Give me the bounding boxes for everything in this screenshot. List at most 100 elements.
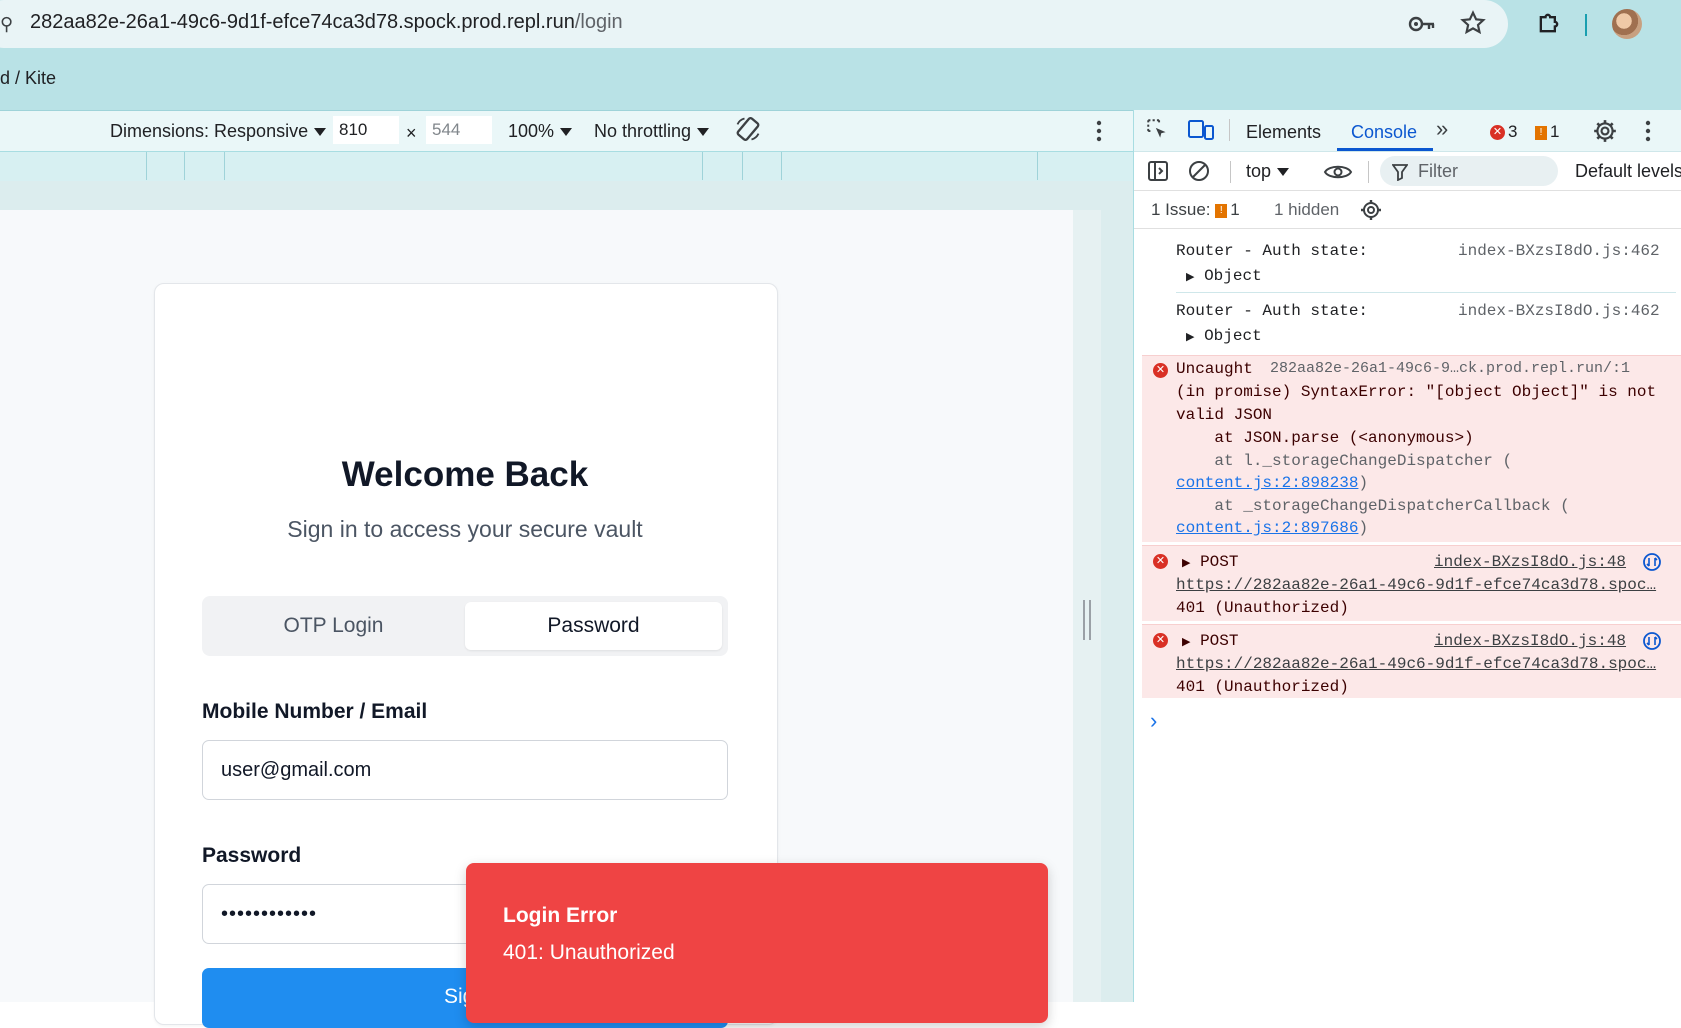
live-expression-eye-icon[interactable] (1323, 161, 1353, 188)
log-source-link[interactable]: index-BXzsI8dO.js:462 (1458, 242, 1660, 260)
log-message: Router - Auth state: (1176, 242, 1369, 260)
dimension-separator: × (406, 123, 417, 143)
warning-flag-icon: ! (1535, 125, 1547, 140)
error-message: (in promise) SyntaxError: "[object Objec… (1176, 383, 1657, 401)
site-info-icon[interactable]: ⚲ (0, 14, 13, 35)
media-query-ruler[interactable] (0, 151, 1133, 182)
issues-label: 1 Issue: (1151, 200, 1211, 219)
ruler-tick (1037, 152, 1038, 180)
rotate-icon[interactable] (734, 115, 762, 148)
profile-avatar[interactable] (1612, 9, 1642, 39)
error-source-link[interactable]: 282aa82e-26a1-49c6-9…ck.prod.repl.run/:1 (1270, 360, 1630, 377)
request-source-link[interactable]: index-BXzsI8dO.js:48 (1434, 553, 1626, 571)
tab-otp-login[interactable]: OTP Login (202, 596, 465, 656)
warning-count: 1 (1550, 122, 1560, 141)
chevron-down-icon (314, 128, 327, 137)
zoom-label: 100% (508, 121, 555, 141)
more-tabs-icon[interactable]: » (1436, 116, 1448, 142)
ruler-tick (146, 152, 147, 180)
log-object-label: Object (1204, 327, 1262, 345)
issues-link[interactable]: 1 Issue: ! 1 (1151, 200, 1240, 220)
toolbar-divider (1230, 161, 1231, 183)
extensions-icon[interactable] (1535, 9, 1563, 42)
throttling-label: No throttling (594, 121, 692, 141)
expand-triangle-icon: ▶ (1186, 272, 1195, 284)
device-toggle-icon[interactable] (1187, 117, 1215, 148)
expand-triangle-icon: ▶ (1186, 332, 1195, 344)
error-count: 3 (1508, 122, 1518, 141)
log-object-toggle[interactable]: ▶ Object (1186, 327, 1262, 345)
stack-frame: at _storageChangeDispatcherCallback ( (1176, 497, 1570, 515)
tab-console[interactable]: Console (1351, 122, 1417, 143)
width-input[interactable] (333, 116, 399, 144)
more-options-icon[interactable] (1092, 118, 1106, 149)
request-url-link[interactable]: https://282aa82e-26a1-49c6-9d1f-efce74ca… (1176, 576, 1656, 594)
request-status: 401 (Unauthorized) (1176, 599, 1349, 617)
resize-handle[interactable] (1083, 600, 1091, 640)
log-source-link[interactable]: index-BXzsI8dO.js:462 (1458, 302, 1660, 320)
context-label: top (1246, 161, 1272, 181)
context-dropdown[interactable]: top (1246, 161, 1290, 182)
stack-frame-line: content.js:2:897686) (1176, 519, 1368, 537)
sidebar-toggle-icon[interactable] (1146, 159, 1170, 188)
request-toggle[interactable]: ▶ POST (1182, 553, 1238, 571)
request-method: POST (1200, 632, 1239, 650)
star-icon[interactable] (1460, 10, 1486, 41)
error-icon: ✕ (1153, 362, 1171, 380)
mobile-email-input[interactable]: user@gmail.com (202, 740, 728, 800)
warning-count-badge[interactable]: ! 1 (1535, 122, 1559, 142)
log-message: Router - Auth state: (1176, 302, 1369, 320)
stack-frame: at JSON.parse (<anonymous>) (1176, 429, 1474, 447)
error-title: Uncaught (1176, 360, 1253, 378)
request-toggle[interactable]: ▶ POST (1182, 632, 1238, 650)
clear-console-icon[interactable] (1187, 159, 1211, 188)
log-object-label: Object (1204, 267, 1262, 285)
height-input[interactable] (426, 116, 492, 144)
hidden-count: 1 hidden (1274, 200, 1340, 219)
filter-placeholder: Filter (1418, 161, 1458, 181)
dimensions-label: Dimensions: Responsive (110, 121, 309, 141)
inspect-element-icon[interactable] (1145, 117, 1171, 148)
mobile-email-label: Mobile Number / Email (202, 700, 428, 723)
error-icon: ✕ (1153, 553, 1171, 571)
log-levels-dropdown[interactable]: Default levels (1575, 161, 1681, 182)
request-method: POST (1200, 553, 1239, 571)
request-url-link[interactable]: https://282aa82e-26a1-49c6-9d1f-efce74ca… (1176, 655, 1656, 673)
url-host: 282aa82e-26a1-49c6-9d1f-efce74ca3d78.spo… (30, 11, 575, 33)
active-tab-indicator (1337, 148, 1433, 151)
request-source-link[interactable]: index-BXzsI8dO.js:48 (1434, 632, 1626, 650)
console-divider (1134, 228, 1681, 229)
chevron-down-icon (1277, 168, 1290, 177)
console-prompt-icon[interactable]: › (1150, 708, 1157, 734)
paren: ) (1358, 474, 1369, 492)
warning-flag-icon: ! (1215, 203, 1228, 218)
network-icon[interactable] (1642, 552, 1662, 577)
chevron-down-icon (560, 128, 573, 137)
tab-elements[interactable]: Elements (1246, 122, 1321, 143)
tab-divider (1229, 119, 1230, 141)
zoom-dropdown[interactable]: 100% (508, 121, 573, 142)
error-count-badge[interactable]: ✕ 3 (1490, 122, 1517, 142)
bookmark-item[interactable]: d / Kite (0, 68, 56, 89)
expand-triangle-icon: ▶ (1182, 558, 1191, 570)
network-icon[interactable] (1642, 631, 1662, 656)
page-subtitle: Sign in to access your secure vault (287, 516, 643, 542)
stack-frame-link[interactable]: content.js:2:898238 (1176, 474, 1358, 492)
dimensions-dropdown[interactable]: Dimensions: Responsive (110, 121, 327, 142)
devtools-menu-icon[interactable] (1641, 118, 1655, 149)
throttling-dropdown[interactable]: No throttling (594, 121, 710, 142)
ruler-tick (742, 152, 743, 180)
url-text[interactable]: 282aa82e-26a1-49c6-9d1f-efce74ca3d78.spo… (30, 11, 623, 34)
ruler-tick (702, 152, 703, 180)
settings-gear-icon[interactable] (1592, 118, 1618, 149)
chevron-down-icon (697, 128, 710, 137)
console-settings-gear-icon[interactable] (1359, 198, 1383, 227)
paren: ) (1358, 519, 1369, 537)
toast-message: 401: Unauthorized (503, 941, 675, 964)
log-object-toggle[interactable]: ▶ Object (1186, 267, 1262, 285)
tab-password[interactable]: Password (465, 602, 722, 650)
expand-triangle-icon: ▶ (1182, 637, 1191, 649)
key-icon[interactable] (1408, 11, 1436, 42)
toolbar-divider (1368, 161, 1369, 183)
stack-frame-link[interactable]: content.js:2:897686 (1176, 519, 1358, 537)
